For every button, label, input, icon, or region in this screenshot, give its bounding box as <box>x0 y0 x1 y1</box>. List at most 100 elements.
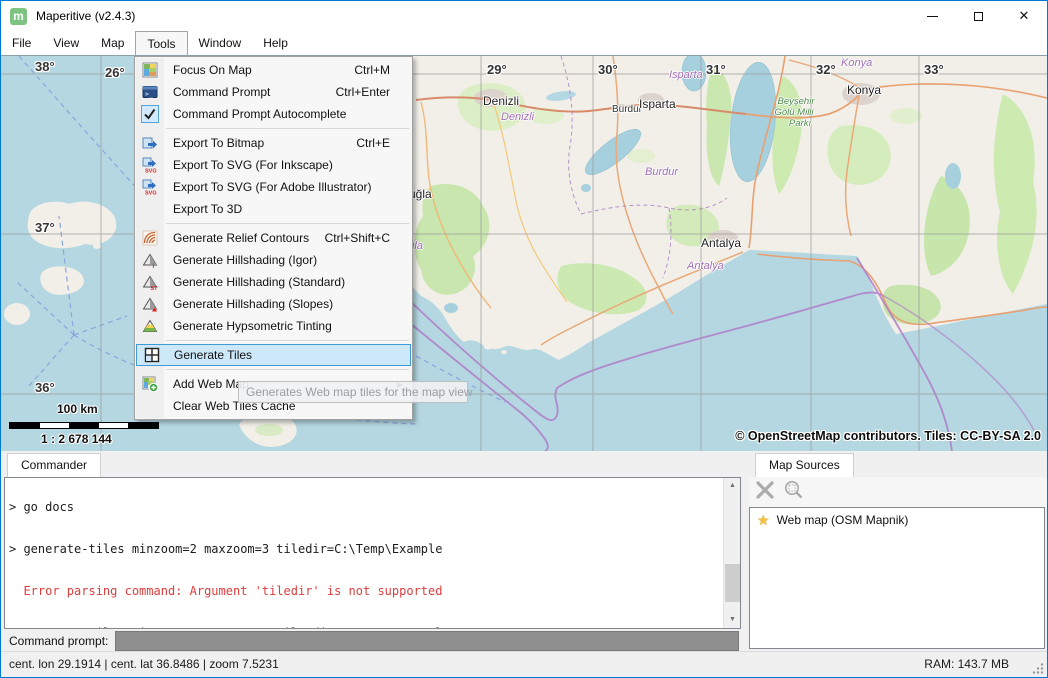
lon-label: 29° <box>487 62 507 77</box>
console-line: > generate-tiles minzoom=2 maxzoom=3 til… <box>9 542 740 556</box>
region-label-konya: Konya <box>841 57 872 69</box>
remove-icon <box>753 478 777 502</box>
hillshading-igor-icon: I <box>135 252 165 268</box>
app-window: m Maperitive (v2.4.3) ✕ File View Map To… <box>0 0 1048 678</box>
tools-dropdown-menu: Focus On Map Ctrl+M >_ Command Prompt Ct… <box>134 56 413 420</box>
map-thumbnail-icon <box>135 62 165 78</box>
menu-help[interactable]: Help <box>252 31 299 55</box>
map-sources-toolbar <box>749 477 1047 507</box>
console-scrollbar[interactable]: ▲ ▼ <box>723 478 740 628</box>
menu-item-label: Generate Hillshading (Standard) <box>165 275 412 289</box>
remove-source-button[interactable] <box>753 478 777 507</box>
menu-item-generate-hypsometric-tinting[interactable]: Generate Hypsometric Tinting <box>135 315 412 337</box>
city-label-antalya: Antalya <box>701 236 741 250</box>
menu-item-label: Generate Relief Contours <box>165 231 325 245</box>
titlebar: m Maperitive (v2.4.3) ✕ <box>1 1 1047 31</box>
menu-item-command-prompt[interactable]: >_ Command Prompt Ctrl+Enter <box>135 81 412 103</box>
menu-window[interactable]: Window <box>188 31 253 55</box>
console-line: > go docs <box>9 500 740 514</box>
map-source-item[interactable]: ★ Web map (OSM Mapnik) <box>750 508 1044 532</box>
svg-text:SVG: SVG <box>145 191 157 196</box>
menu-item-label: Export To SVG (For Adobe Illustrator) <box>165 180 412 194</box>
menu-item-label: Generate Hypsometric Tinting <box>165 319 412 333</box>
menu-item-label: Focus On Map <box>165 63 354 77</box>
menu-item-generate-tiles[interactable]: Generate Tiles <box>136 344 411 366</box>
export-bitmap-icon <box>135 135 165 151</box>
bottom-panels: Commander > go docs > generate-tiles min… <box>1 451 1047 651</box>
console-lines: > go docs > generate-tiles minzoom=2 max… <box>9 477 740 629</box>
menu-separator <box>166 369 409 370</box>
scale-bar <box>9 422 159 429</box>
lon-label: 26° <box>105 65 125 80</box>
lon-label: 30° <box>598 62 618 77</box>
commander-panel: Commander > go docs > generate-tiles min… <box>1 451 742 651</box>
city-label-denizli: Denizli <box>483 94 519 108</box>
menu-separator <box>166 128 409 129</box>
lat-label: 38° <box>35 59 55 74</box>
map-attribution: © OpenStreetMap contributors. Tiles: CC-… <box>735 429 1041 443</box>
region-label-isparta: Isparta <box>669 69 703 81</box>
menu-item-label: Command Prompt Autocomplete <box>165 107 412 121</box>
menu-map[interactable]: Map <box>90 31 135 55</box>
zoom-to-source-button[interactable] <box>783 479 805 506</box>
console-icon: >_ <box>135 84 165 100</box>
command-prompt-label: Command prompt: <box>9 631 108 651</box>
menu-item-shortcut: Ctrl+M <box>354 63 412 77</box>
menu-item-generate-relief-contours[interactable]: Generate Relief Contours Ctrl+Shift+C <box>135 227 412 249</box>
tab-map-sources[interactable]: Map Sources <box>755 453 854 477</box>
map-sources-panel: Map Sources ★ Web map (OSM Mapnik) <box>747 451 1047 651</box>
command-prompt-input[interactable] <box>115 631 739 651</box>
console-line: > generate-tiles minzoom=2 maxzoom=3 til… <box>9 626 740 629</box>
minimize-button[interactable] <box>909 1 955 31</box>
menu-tools[interactable]: Tools <box>135 31 187 55</box>
menu-item-label: Generate Hillshading (Slopes) <box>165 297 412 311</box>
console-output[interactable]: > go docs > generate-tiles minzoom=2 max… <box>4 477 741 629</box>
menu-item-label: Command Prompt <box>165 85 336 99</box>
export-svg-icon: SVG <box>135 157 165 173</box>
menu-item-shortcut: Ctrl+E <box>356 136 412 150</box>
menu-item-generate-hillshading-standard[interactable]: ST Generate Hillshading (Standard) <box>135 271 412 293</box>
menu-item-focus-on-map[interactable]: Focus On Map Ctrl+M <box>135 59 412 81</box>
region-label-burdur: Burdur <box>645 166 678 178</box>
menu-item-export-svg-inkscape[interactable]: SVG Export To SVG (For Inkscape) <box>135 154 412 176</box>
lat-label: 37° <box>35 220 55 235</box>
lon-label: 31° <box>706 62 726 77</box>
menu-item-command-prompt-autocomplete[interactable]: Command Prompt Autocomplete <box>135 103 412 125</box>
menu-item-generate-hillshading-slopes[interactable]: Generate Hillshading (Slopes) <box>135 293 412 315</box>
window-title: Maperitive (v2.4.3) <box>36 9 135 23</box>
scroll-up-icon[interactable]: ▲ <box>724 478 741 494</box>
park-label-line: Gölü Milli <box>769 107 819 118</box>
city-label-burdur: Burdur <box>612 104 642 115</box>
menu-view[interactable]: View <box>42 31 90 55</box>
minimize-icon <box>927 16 938 17</box>
status-bar: cent. lon 29.1914 | cent. lat 36.8486 | … <box>1 651 1047 677</box>
menu-item-export-to-3d[interactable]: Export To 3D <box>135 198 412 220</box>
svg-text:>_: >_ <box>145 90 153 98</box>
menu-file[interactable]: File <box>1 31 42 55</box>
add-web-map-icon <box>135 376 165 392</box>
map-source-label: Web map (OSM Mapnik) <box>777 513 909 527</box>
menu-item-generate-hillshading-igor[interactable]: I Generate Hillshading (Igor) <box>135 249 412 271</box>
hillshading-standard-icon: ST <box>135 274 165 290</box>
menu-item-label: Export To Bitmap <box>165 136 356 150</box>
scrollbar-thumb[interactable] <box>725 564 740 602</box>
menu-item-export-to-bitmap[interactable]: Export To Bitmap Ctrl+E <box>135 132 412 154</box>
tiles-icon <box>137 347 166 363</box>
map-viewport[interactable]: 38° 37° 36° 26° 29° 30° 31° 32° 33° Deni… <box>1 55 1047 451</box>
maximize-icon <box>974 12 983 21</box>
tab-commander[interactable]: Commander <box>7 453 101 477</box>
region-label-denizli: Denizli <box>501 111 534 123</box>
lon-label: 32° <box>816 62 836 77</box>
tooltip: Generates Web map tiles for the map view <box>238 381 468 403</box>
park-label-line: Parkı <box>775 118 825 129</box>
menu-item-export-svg-illustrator[interactable]: SVG Export To SVG (For Adobe Illustrator… <box>135 176 412 198</box>
close-button[interactable]: ✕ <box>1001 1 1047 31</box>
close-icon: ✕ <box>1019 8 1030 24</box>
command-prompt-row: Command prompt: <box>1 631 742 651</box>
maximize-button[interactable] <box>955 1 1001 31</box>
contours-icon <box>135 230 165 246</box>
menu-bar: File View Map Tools Window Help <box>1 31 1047 55</box>
scroll-down-icon[interactable]: ▼ <box>724 612 741 628</box>
resize-grip[interactable] <box>1033 663 1044 674</box>
lon-label: 33° <box>924 62 944 77</box>
